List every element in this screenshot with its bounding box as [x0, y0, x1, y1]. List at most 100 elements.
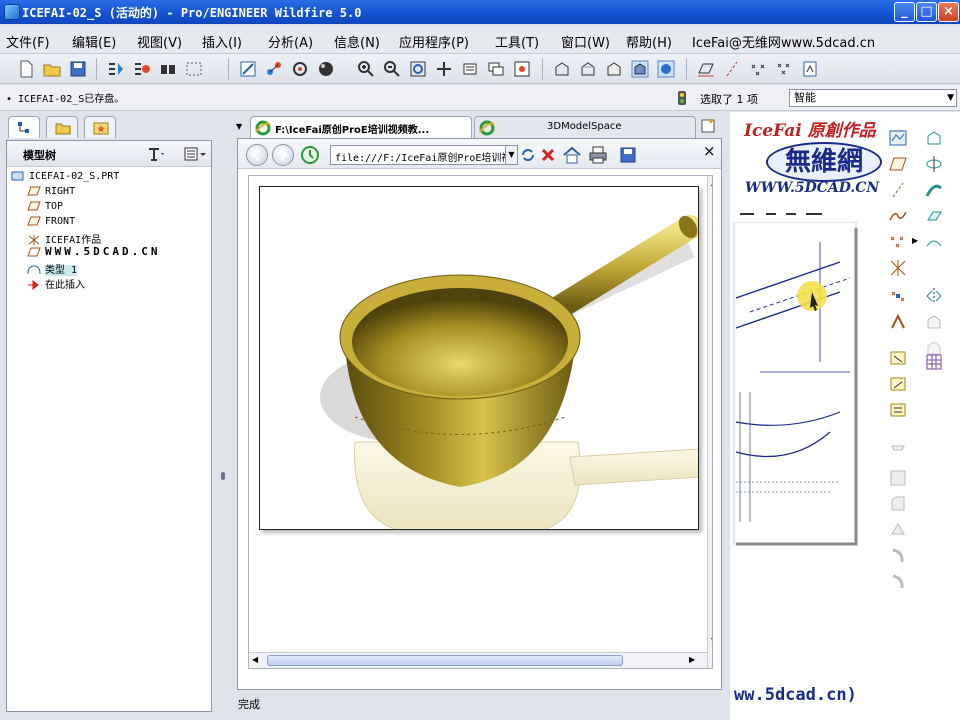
- saved-views-icon[interactable]: [460, 59, 480, 79]
- tree-item-part[interactable]: ICEFAI-02_S.PRT: [11, 171, 119, 182]
- tab-3dmodelspace[interactable]: 3DModelSpace: [474, 116, 696, 138]
- close-browser-icon[interactable]: ×: [703, 142, 716, 160]
- blend-icon[interactable]: [924, 206, 944, 226]
- point-icon[interactable]: [888, 232, 908, 252]
- tree-columns-icon[interactable]: [183, 146, 207, 162]
- address-bar[interactable]: file:///F:/IceFai原创ProE培训视: [330, 145, 506, 165]
- hole-icon[interactable]: [888, 348, 908, 368]
- panel-splitter[interactable]: [216, 112, 230, 720]
- tab-folder-browser[interactable]: [46, 116, 78, 138]
- new-file-icon[interactable]: [16, 59, 36, 79]
- reorient-icon[interactable]: [434, 59, 454, 79]
- select-box-icon[interactable]: [184, 59, 204, 79]
- tree-item-csys[interactable]: ICEFAI作品: [27, 231, 101, 246]
- tree-settings-icon[interactable]: [147, 146, 165, 162]
- search-icon[interactable]: [158, 59, 178, 79]
- tree-item-insert-here[interactable]: 在此插入: [27, 276, 85, 291]
- menu-applications[interactable]: 应用程序(P): [399, 32, 469, 51]
- menu-help[interactable]: 帮助(H): [626, 32, 672, 51]
- minimize-button[interactable]: _: [894, 2, 915, 22]
- tree-item-right[interactable]: RIGHT: [27, 186, 75, 197]
- regenerate-icon[interactable]: [106, 59, 126, 79]
- orient-mode-icon[interactable]: [290, 59, 310, 79]
- menu-view[interactable]: 视图(V): [137, 32, 182, 51]
- new-tab-icon[interactable]: [700, 118, 716, 134]
- mirror-icon[interactable]: [924, 286, 944, 306]
- shading-icon[interactable]: [630, 59, 650, 79]
- scrollbar-thumb[interactable]: [267, 655, 623, 666]
- zoom-out-icon[interactable]: [382, 59, 402, 79]
- scroll-right-icon[interactable]: ▶: [689, 655, 695, 664]
- menu-info[interactable]: 信息(N): [334, 32, 380, 51]
- home-icon[interactable]: [562, 145, 582, 165]
- csys-create-icon[interactable]: [888, 258, 908, 278]
- wireframe-icon[interactable]: [552, 59, 572, 79]
- thicken-icon[interactable]: [888, 520, 908, 540]
- save-page-icon[interactable]: [618, 145, 638, 165]
- round-icon[interactable]: [888, 468, 908, 488]
- close-button[interactable]: ×: [938, 2, 959, 22]
- sketch-display-icon[interactable]: [888, 128, 908, 148]
- draft-icon[interactable]: [888, 442, 908, 462]
- menu-extra-link[interactable]: IceFai@无维网www.5dcad.cn: [692, 32, 875, 51]
- menu-window[interactable]: 窗口(W): [561, 32, 610, 51]
- merge-icon[interactable]: [888, 312, 908, 332]
- display-style-icon[interactable]: [316, 59, 336, 79]
- shell-icon[interactable]: [888, 374, 908, 394]
- menu-analysis[interactable]: 分析(A): [268, 32, 313, 51]
- chamfer-icon[interactable]: [888, 494, 908, 514]
- model-viewport[interactable]: [259, 186, 699, 530]
- refresh-icon[interactable]: [520, 147, 536, 163]
- tree-item-annotation[interactable]: WWW.5DCAD.CN: [27, 245, 160, 258]
- print-icon[interactable]: [588, 145, 608, 165]
- rib-icon[interactable]: [888, 400, 908, 420]
- flyout-arrow-icon[interactable]: ▶: [912, 236, 918, 245]
- sweep-icon[interactable]: [924, 180, 944, 200]
- datum-point-toggle-icon[interactable]: [748, 59, 768, 79]
- offset-icon[interactable]: [888, 572, 908, 592]
- view-manager-icon[interactable]: [512, 59, 532, 79]
- tab-favorites[interactable]: [84, 116, 116, 138]
- surface-icon[interactable]: [924, 232, 944, 252]
- maximize-button[interactable]: □: [916, 2, 937, 22]
- spin-center-icon[interactable]: [264, 59, 284, 79]
- regen-manager-icon[interactable]: [132, 59, 152, 79]
- menu-insert[interactable]: 插入(I): [202, 32, 242, 51]
- layers-icon[interactable]: [486, 59, 506, 79]
- menu-edit[interactable]: 编辑(E): [72, 32, 116, 51]
- curve-icon[interactable]: [888, 206, 908, 226]
- tree-item-front[interactable]: FRONT: [27, 216, 75, 227]
- open-folder-icon[interactable]: [42, 59, 62, 79]
- tree-item-top[interactable]: TOP: [27, 201, 63, 212]
- zoom-in-icon[interactable]: [356, 59, 376, 79]
- filter-select[interactable]: 智能 ▼: [789, 89, 957, 107]
- tab-list-arrow-icon[interactable]: ▼: [236, 122, 242, 131]
- horizontal-scrollbar[interactable]: ◀ ▶: [249, 652, 707, 668]
- scroll-down-icon[interactable]: ▼: [711, 636, 712, 645]
- tab-model-tree[interactable]: [8, 116, 40, 138]
- tab-video-course[interactable]: F:\IceFai原创ProE培训视频教...: [250, 116, 472, 138]
- stop-icon[interactable]: [540, 147, 556, 163]
- pattern-icon[interactable]: [924, 352, 944, 372]
- address-dropdown-icon[interactable]: ▼: [505, 145, 518, 165]
- trim-icon[interactable]: [924, 312, 944, 332]
- menu-tools[interactable]: 工具(T): [495, 32, 539, 51]
- hidden-line-icon[interactable]: [578, 59, 598, 79]
- plane-icon[interactable]: [888, 154, 908, 174]
- tree-item-style[interactable]: 类型 1: [27, 261, 78, 276]
- annotation-toggle-icon[interactable]: [800, 59, 820, 79]
- back-button[interactable]: [246, 144, 268, 166]
- menu-file[interactable]: 文件(F): [6, 32, 50, 51]
- axis-icon[interactable]: [888, 180, 908, 200]
- datum-plane-toggle-icon[interactable]: [696, 59, 716, 79]
- refit-icon[interactable]: [408, 59, 428, 79]
- forward-button[interactable]: [272, 144, 294, 166]
- enhanced-realism-icon[interactable]: [656, 59, 676, 79]
- history-icon[interactable]: [300, 145, 320, 165]
- scroll-up-icon[interactable]: ▲: [711, 178, 712, 187]
- graphics-window[interactable]: [730, 112, 884, 720]
- extrude-icon[interactable]: [924, 128, 944, 148]
- repaint-icon[interactable]: [238, 59, 258, 79]
- vertical-scrollbar[interactable]: ▲ ▼: [707, 176, 712, 668]
- datum-axis-toggle-icon[interactable]: [722, 59, 742, 79]
